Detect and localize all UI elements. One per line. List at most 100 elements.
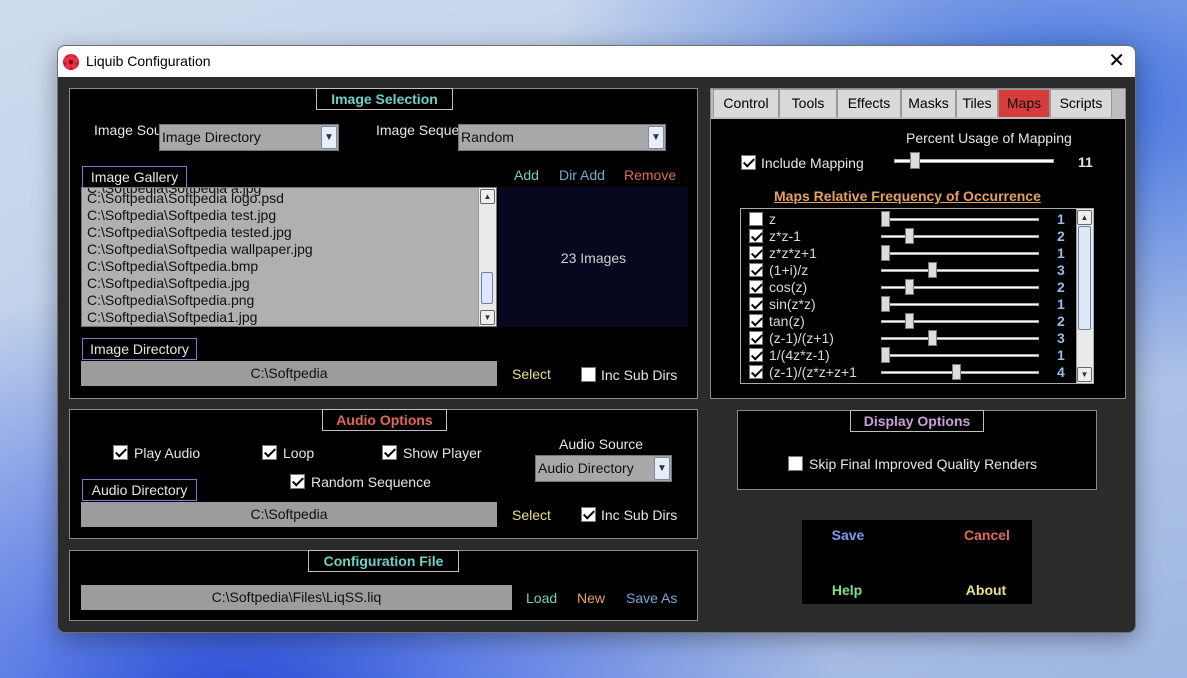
image-select-link[interactable]: Select	[512, 366, 551, 382]
map-slider-track[interactable]	[881, 303, 1039, 306]
tab-tools[interactable]: Tools	[779, 89, 837, 117]
tab-masks[interactable]: Masks	[901, 89, 956, 117]
list-item[interactable]: C:\Softpedia\Softpedia test.jpg	[87, 207, 276, 224]
tab-tiles[interactable]: Tiles	[956, 89, 998, 117]
audio-source-label: Audio Source	[559, 436, 644, 452]
map-name: tan(z)	[769, 313, 805, 329]
close-icon[interactable]: ✕	[1108, 50, 1125, 72]
list-item[interactable]: C:\Softpedia\Softpedia.jpg	[87, 275, 250, 292]
map-checkbox[interactable]	[749, 365, 763, 379]
map-slider-track[interactable]	[881, 337, 1039, 340]
image-gallery-label: Image Gallery	[82, 166, 187, 188]
map-slider-thumb[interactable]	[904, 279, 914, 295]
tab-strip: Control Tools Effects Masks Tiles Maps Scripts	[711, 89, 1125, 119]
random-sequence-checkbox[interactable]	[290, 474, 305, 489]
map-slider-thumb[interactable]	[928, 330, 938, 346]
map-slider-track[interactable]	[881, 354, 1039, 357]
new-link[interactable]: New	[577, 590, 605, 606]
image-sequence-select[interactable]: Random ▼	[458, 124, 666, 151]
skip-final-label: Skip Final Improved Quality Renders	[809, 456, 1037, 472]
image-count: 23 Images	[560, 250, 627, 266]
chevron-down-icon[interactable]: ▼	[648, 126, 664, 149]
audio-select-link[interactable]: Select	[512, 507, 551, 523]
percent-usage-slider-thumb[interactable]	[910, 152, 920, 169]
scroll-up-icon[interactable]: ▲	[1077, 210, 1092, 225]
remove-link[interactable]: Remove	[624, 167, 676, 183]
dir-add-link[interactable]: Dir Add	[559, 167, 605, 183]
scroll-thumb[interactable]	[1078, 226, 1091, 330]
map-checkbox[interactable]	[749, 348, 763, 362]
list-item[interactable]: C:\Softpedia\Softpedia.bmp	[87, 258, 258, 275]
tab-maps[interactable]: Maps	[998, 89, 1050, 117]
map-checkbox[interactable]	[749, 297, 763, 311]
map-slider-thumb[interactable]	[881, 211, 890, 227]
map-value: 1	[1057, 296, 1065, 312]
tab-scripts[interactable]: Scripts	[1050, 89, 1112, 117]
map-checkbox[interactable]	[749, 246, 763, 260]
map-slider-thumb[interactable]	[952, 364, 962, 380]
list-item[interactable]: C:\Softpedia\Softpedia.png	[87, 292, 254, 309]
image-source-select[interactable]: Image Directory ▼	[159, 124, 339, 151]
display-options-title: Display Options	[850, 410, 984, 432]
audio-directory-field[interactable]: C:\Softpedia	[81, 502, 497, 527]
add-link[interactable]: Add	[514, 167, 539, 183]
random-sequence-label: Random Sequence	[311, 474, 431, 490]
image-gallery-list[interactable]: C:\Softpedia\Softpedia a.jpg C:\Softpedi…	[81, 187, 497, 327]
maps-scrollbar[interactable]: ▲ ▼	[1076, 209, 1093, 383]
map-checkbox[interactable]	[749, 212, 763, 226]
map-value: 1	[1057, 347, 1065, 363]
list-scrollbar[interactable]: ▲ ▼	[478, 188, 496, 326]
map-value: 1	[1057, 211, 1065, 227]
tab-control[interactable]: Control	[713, 89, 779, 117]
map-value: 2	[1057, 313, 1065, 329]
list-item[interactable]: C:\Softpedia\Softpedia wallpaper.jpg	[87, 241, 313, 258]
include-mapping-checkbox[interactable]	[741, 155, 756, 170]
image-directory-field[interactable]: C:\Softpedia	[81, 361, 497, 386]
help-button[interactable]: Help	[797, 582, 897, 598]
play-audio-checkbox[interactable]	[113, 445, 128, 460]
map-checkbox[interactable]	[749, 280, 763, 294]
chevron-down-icon[interactable]: ▼	[321, 126, 337, 149]
flower-icon	[63, 54, 79, 70]
map-slider-thumb[interactable]	[881, 245, 890, 261]
cancel-button[interactable]: Cancel	[937, 527, 1037, 543]
tab-effects[interactable]: Effects	[837, 89, 901, 117]
about-button[interactable]: About	[936, 582, 1036, 598]
load-link[interactable]: Load	[526, 590, 557, 606]
map-slider-track[interactable]	[881, 218, 1039, 221]
map-slider-track[interactable]	[881, 252, 1039, 255]
map-slider-thumb[interactable]	[928, 262, 938, 278]
list-item[interactable]: C:\Softpedia\Softpedia1.jpg	[87, 309, 257, 326]
map-checkbox[interactable]	[749, 229, 763, 243]
map-value: 3	[1057, 262, 1065, 278]
map-slider-track[interactable]	[881, 269, 1039, 272]
audio-source-select[interactable]: Audio Directory ▼	[535, 455, 672, 482]
loop-checkbox[interactable]	[262, 445, 277, 460]
scroll-down-icon[interactable]: ▼	[1077, 367, 1092, 382]
map-checkbox[interactable]	[749, 331, 763, 345]
show-player-checkbox[interactable]	[382, 445, 397, 460]
audio-directory-label: Audio Directory	[82, 479, 197, 501]
save-button[interactable]: Save	[798, 527, 898, 543]
map-slider-thumb[interactable]	[904, 313, 914, 329]
config-file-path-field[interactable]: C:\Softpedia\Files\LiqSS.liq	[81, 585, 512, 610]
save-as-link[interactable]: Save As	[626, 590, 677, 606]
map-name: z	[769, 211, 776, 227]
list-item[interactable]: C:\Softpedia\Softpedia tested.jpg	[87, 224, 292, 241]
map-checkbox[interactable]	[749, 263, 763, 277]
image-inc-sub-dirs-checkbox[interactable]	[581, 367, 596, 382]
map-slider-thumb[interactable]	[881, 347, 890, 363]
scroll-thumb[interactable]	[481, 272, 493, 304]
audio-inc-sub-dirs-checkbox[interactable]	[581, 507, 596, 522]
map-slider-thumb[interactable]	[881, 296, 890, 312]
maps-frequency-list[interactable]: z 1 z*z-1 2 z*z*z+1 1 (1+i)/z 3 cos(z) 2 sin(z*z) 1…	[740, 208, 1094, 384]
image-inc-sub-dirs-label: Inc Sub Dirs	[601, 367, 678, 383]
image-source-label: Image Source	[94, 122, 182, 138]
map-checkbox[interactable]	[749, 314, 763, 328]
list-item[interactable]: C:\Softpedia\Softpedia logo.psd	[87, 190, 284, 207]
scroll-down-icon[interactable]: ▼	[480, 310, 495, 325]
map-slider-thumb[interactable]	[904, 228, 914, 244]
skip-final-checkbox[interactable]	[788, 456, 803, 471]
scroll-up-icon[interactable]: ▲	[480, 189, 495, 204]
chevron-down-icon[interactable]: ▼	[654, 457, 670, 480]
